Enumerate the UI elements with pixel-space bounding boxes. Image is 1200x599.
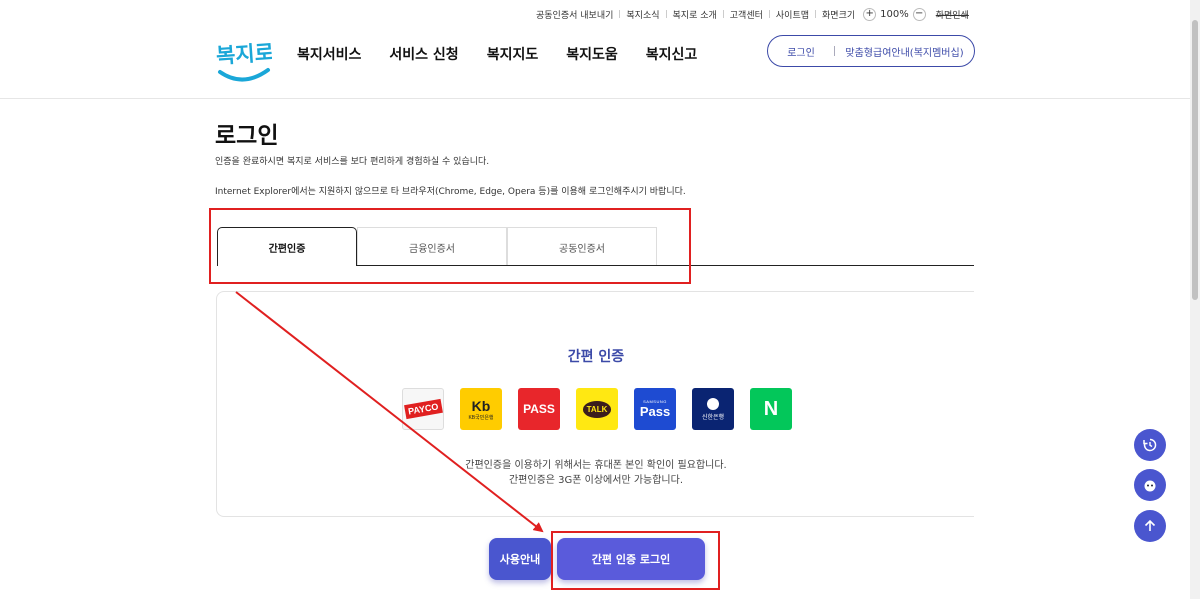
util-link-about[interactable]: 복지로 소개 [673, 8, 717, 21]
bokjiro-logo-icon: 복지로 [215, 40, 275, 82]
nav-welfare-map[interactable]: 복지지도 [487, 44, 539, 64]
simple-auth-panel: 간편 인증 PAYCO Kb KB국민은행 PASS TALK SAMSUNG … [216, 291, 974, 517]
kb-label: KB국민은행 [468, 414, 494, 421]
header-membership-link[interactable]: 맞춤형급여안내(복지멤버십) [835, 44, 974, 59]
annotation-box-tabs [209, 208, 691, 284]
recent-history-button[interactable] [1134, 429, 1166, 461]
auth-notice-line: 간편인증을 이용하기 위해서는 휴대폰 본인 확인이 필요합니다. [465, 460, 727, 471]
naver-icon: N [763, 397, 779, 420]
header-login-link[interactable]: 로그인 [768, 44, 834, 59]
usage-guide-button[interactable]: 사용안내 [489, 538, 551, 580]
history-icon [1143, 438, 1157, 452]
divider [815, 10, 817, 18]
zoom-out-button[interactable]: − [912, 7, 926, 21]
zoom-value: 100% [880, 8, 909, 20]
utility-bar: 공동인증서 내보내기 복지소식 복지로 소개 고객센터 사이트맵 화면크기 + … [536, 6, 969, 22]
page-scrollbar[interactable] [1190, 0, 1200, 599]
kakao-provider-button[interactable]: TALK [576, 388, 618, 430]
util-link-sitemap[interactable]: 사이트맵 [776, 8, 809, 21]
browser-notice: Internet Explorer에서는 지원하지 않으므로 타 브라우저(Ch… [215, 187, 686, 197]
auth-provider-list: PAYCO Kb KB국민은행 PASS TALK SAMSUNG Pass 신… [402, 388, 792, 430]
svg-text:복지로: 복지로 [215, 40, 272, 68]
chatbot-icon [1144, 480, 1156, 492]
annotation-box-login [551, 531, 720, 590]
site-logo[interactable]: 복지로 [214, 34, 275, 86]
kb-provider-button[interactable]: Kb KB국민은행 [460, 388, 502, 430]
header-account-pill: 로그인 맞춤형급여안내(복지멤버십) [767, 35, 975, 67]
samsung-pass-icon: Pass [639, 404, 671, 419]
nav-welfare-services[interactable]: 복지서비스 [297, 44, 361, 64]
nav-welfare-report[interactable]: 복지신고 [646, 44, 698, 64]
util-link-cert-export[interactable]: 공동인증서 내보내기 [536, 8, 613, 21]
page-title: 로그인 [215, 123, 279, 149]
divider [768, 10, 770, 18]
print-button[interactable]: 화면인쇄 [936, 8, 969, 21]
auth-panel-title: 간편 인증 [567, 349, 625, 365]
auth-notice: 간편인증을 이용하기 위해서는 휴대폰 본인 확인이 필요합니다. 간편인증은 … [217, 458, 975, 488]
chatbot-button[interactable] [1134, 469, 1166, 501]
nav-welfare-help[interactable]: 복지도움 [566, 44, 618, 64]
login-description: 인증을 완료하시면 복지로 서비스를 보다 편리하게 경험하실 수 있습니다. [215, 157, 490, 167]
shinhan-label: 신한은행 [701, 414, 725, 421]
zoom-in-button[interactable]: + [863, 7, 877, 21]
divider [619, 10, 621, 18]
scroll-top-button[interactable] [1134, 510, 1166, 542]
main-nav: 복지서비스 서비스 신청 복지지도 복지도움 복지신고 [297, 44, 697, 64]
payco-icon: PAYCO [403, 398, 443, 420]
kb-icon: Kb [471, 397, 491, 414]
divider [665, 10, 667, 18]
util-screen-size-label: 화면크기 [822, 10, 856, 21]
samsung-pass-provider-button[interactable]: SAMSUNG Pass [634, 388, 676, 430]
nav-service-apply[interactable]: 서비스 신청 [389, 44, 458, 64]
kakaotalk-icon: TALK [582, 400, 612, 418]
pass-icon: PASS [523, 402, 555, 416]
site-header: 복지로 복지서비스 서비스 신청 복지지도 복지도움 복지신고 로그인 맞춤형급… [0, 24, 1190, 99]
shinhan-icon [707, 397, 719, 410]
divider [722, 10, 724, 18]
shinhan-provider-button[interactable]: 신한은행 [692, 388, 734, 430]
payco-provider-button[interactable]: PAYCO [402, 388, 444, 430]
util-link-support[interactable]: 고객센터 [730, 8, 763, 21]
pass-provider-button[interactable]: PASS [518, 388, 560, 430]
auth-notice-line: 간편인증은 3G폰 이상에서만 가능합니다. [508, 475, 684, 486]
util-link-news[interactable]: 복지소식 [626, 8, 659, 21]
scrollbar-thumb[interactable] [1192, 20, 1198, 300]
arrow-up-icon [1144, 519, 1156, 531]
naver-provider-button[interactable]: N [750, 388, 792, 430]
